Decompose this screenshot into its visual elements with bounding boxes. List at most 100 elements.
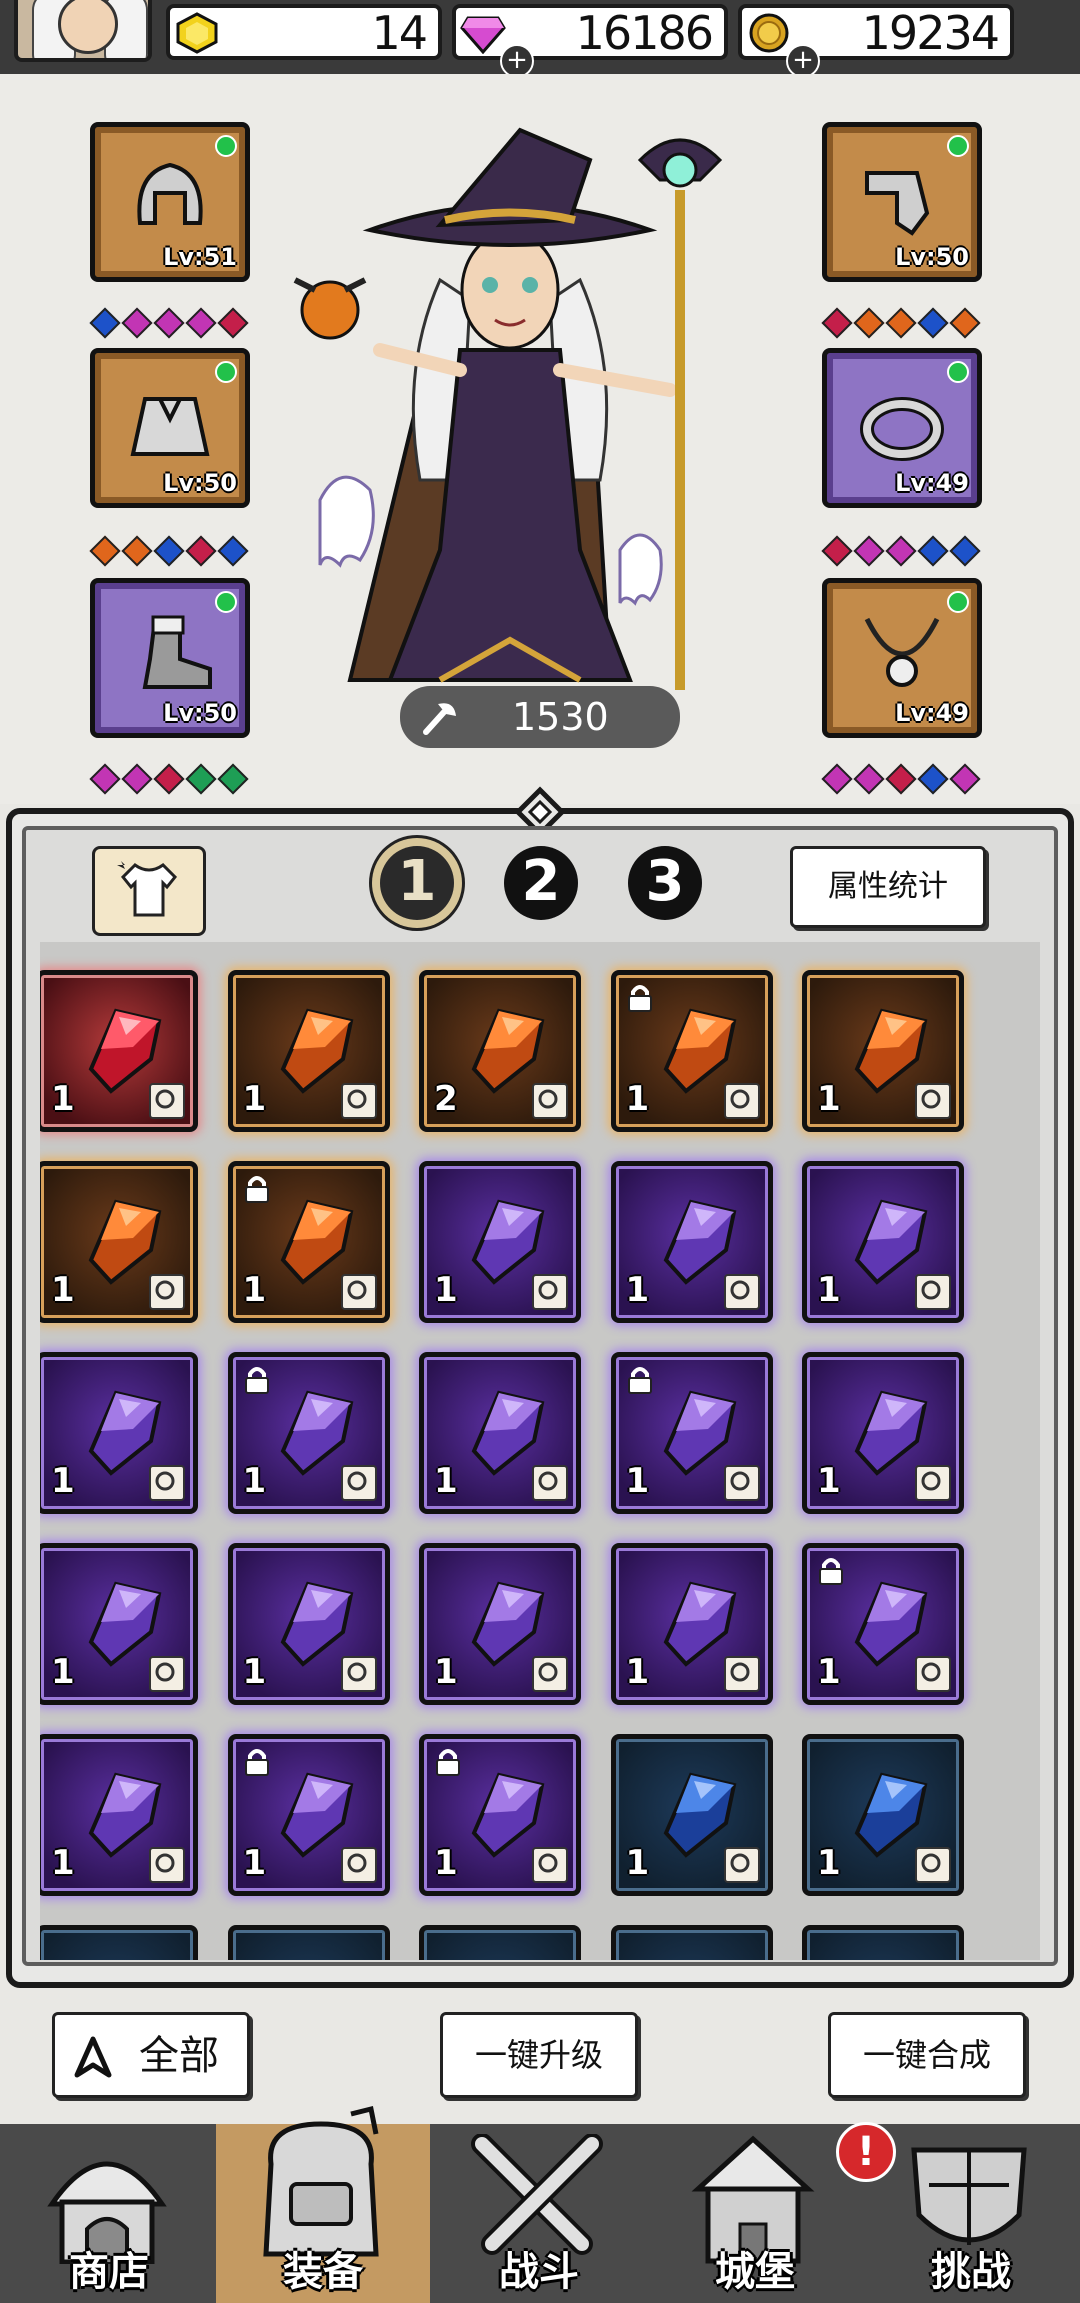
equip-available-dot [215, 361, 237, 383]
armor-slot-icon [915, 1847, 951, 1883]
item-count: 1 [817, 1270, 841, 1310]
inventory-gem-item[interactable]: 2 [419, 970, 581, 1132]
inventory-gem-item[interactable]: 1 [419, 1734, 581, 1896]
item-count: 1 [625, 1843, 650, 1883]
inventory-gem-item[interactable]: 1 [227, 1352, 390, 1514]
armor-slot-icon [723, 1274, 760, 1310]
item-count: 1 [817, 1461, 841, 1501]
socket-gem-icon [917, 763, 949, 795]
loadout-tab-1[interactable]: 1 [380, 846, 454, 920]
item-count: 1 [242, 1079, 267, 1119]
inventory-gem-item[interactable] [610, 1925, 773, 1960]
inventory-gem-item[interactable]: 1 [40, 1734, 198, 1896]
item-count: 1 [242, 1843, 267, 1883]
gem-inventory-grid[interactable]: 1 1 2 1 1 1 1 1 1 1 1 1 1 1 1 1 1 1 1 1 1 1 1 1 1 [40, 942, 1040, 1960]
gem-sockets-helmet [89, 307, 249, 339]
inventory-gem-item[interactable]: 1 [610, 1543, 773, 1705]
equip-slot-necklace[interactable]: Lv:49 [822, 578, 982, 738]
socket-gem-icon [153, 763, 185, 795]
ring-slot-icon [915, 1656, 951, 1692]
inventory-gem-item[interactable] [419, 1925, 581, 1960]
player-avatar[interactable] [14, 0, 152, 62]
socket-gem-icon [121, 307, 153, 339]
hero-power-value: 1530 [512, 695, 609, 739]
necklace-slot-icon [532, 1847, 568, 1883]
boots-slot-icon [723, 1465, 760, 1501]
item-count: 1 [242, 1270, 267, 1310]
inventory-gem-item[interactable]: 1 [40, 1161, 198, 1323]
inventory-gem-item[interactable]: 1 [40, 970, 198, 1132]
equip-level: Lv:50 [163, 699, 237, 727]
equip-available-dot [947, 591, 969, 613]
nav-shop[interactable]: 商店 [2, 2124, 216, 2303]
socket-gem-icon [185, 535, 217, 567]
inventory-gem-item[interactable] [802, 1925, 964, 1960]
buy-diamonds-plus-icon[interactable]: + [500, 44, 534, 78]
inventory-gem-item[interactable]: 1 [227, 1543, 390, 1705]
ring-slot-icon [532, 1656, 568, 1692]
inventory-gem-item[interactable]: 1 [610, 1161, 773, 1323]
equip-slot-armor[interactable]: Lv:50 [90, 348, 250, 508]
nav-challenge[interactable]: 挑战 [864, 2124, 1078, 2303]
inventory-gem-item[interactable]: 1 [227, 1734, 390, 1896]
socket-gem-icon [185, 307, 217, 339]
equip-slot-gloves[interactable]: Lv:50 [822, 122, 982, 282]
inventory-gem-item[interactable]: 1 [227, 970, 390, 1132]
inventory-gem-item[interactable]: 1 [802, 970, 964, 1132]
topaz-value: 14 [371, 6, 428, 60]
inventory-gem-item[interactable]: 1 [802, 1161, 964, 1323]
diamond-counter: 16186 [452, 4, 728, 60]
necklace-slot-icon [340, 1274, 377, 1310]
nav-equipment[interactable]: 装备 [216, 2105, 430, 2303]
attribute-stats-button[interactable]: 属性统计 [790, 846, 986, 928]
socket-gem-icon [917, 307, 949, 339]
inventory-gem-item[interactable]: 1 [802, 1734, 964, 1896]
navigation-arrow-icon [74, 2036, 112, 2078]
nav-battle[interactable]: 战斗 [432, 2124, 646, 2303]
inventory-gem-item[interactable]: 1 [610, 970, 773, 1132]
socket-gem-icon [217, 535, 249, 567]
inventory-gem-item[interactable]: 1 [802, 1543, 964, 1705]
ring-icon [860, 397, 944, 461]
one-click-merge-button[interactable]: 一键合成 [828, 2012, 1026, 2098]
item-count: 1 [51, 1270, 75, 1310]
buy-gold-plus-icon[interactable]: + [786, 44, 820, 78]
lock-icon [627, 985, 652, 1012]
gloves-slot-icon [915, 1465, 951, 1501]
blue-crystal-icon [646, 1954, 750, 1960]
inventory-gem-item[interactable]: 1 [40, 1352, 198, 1514]
equip-available-dot [947, 361, 969, 383]
inventory-gem-item[interactable]: 1 [802, 1352, 964, 1514]
inventory-gem-item[interactable] [40, 1925, 198, 1960]
socket-gem-icon [853, 763, 885, 795]
filter-all-button[interactable]: 全部 [52, 2012, 250, 2098]
helmet-icon [137, 162, 203, 225]
equip-slot-ring[interactable]: Lv:49 [822, 348, 982, 508]
equip-available-dot [215, 591, 237, 613]
equip-slot-helmet[interactable]: Lv:51 [90, 122, 250, 282]
loadout-tab-3[interactable]: 3 [628, 846, 702, 920]
loadout-tab-2[interactable]: 2 [504, 846, 578, 920]
inventory-gem-item[interactable]: 1 [419, 1543, 581, 1705]
socket-gem-icon [885, 307, 917, 339]
blue-crystal-icon [837, 1954, 941, 1960]
equip-level: Lv:50 [895, 243, 969, 271]
gloves-slot-icon [149, 1656, 185, 1692]
one-click-upgrade-button[interactable]: 一键升级 [440, 2012, 638, 2098]
gauntlet-icon [865, 171, 930, 236]
inventory-gem-item[interactable]: 1 [40, 1543, 198, 1705]
inventory-gem-item[interactable]: 1 [610, 1734, 773, 1896]
inventory-gem-item[interactable] [227, 1925, 390, 1960]
equip-level: Lv:49 [895, 469, 969, 497]
lock-icon [627, 1367, 652, 1394]
inventory-gem-item[interactable]: 1 [419, 1161, 581, 1323]
tshirt-icon [117, 861, 178, 917]
equip-slot-boots[interactable]: Lv:50 [90, 578, 250, 738]
socket-gem-icon [853, 307, 885, 339]
inventory-gem-item[interactable]: 1 [610, 1352, 773, 1514]
inventory-gem-item[interactable]: 1 [419, 1352, 581, 1514]
outfit-toggle-button[interactable] [92, 846, 206, 936]
nav-castle[interactable]: 城堡 [648, 2124, 862, 2303]
armor-slot-icon [340, 1083, 377, 1119]
inventory-gem-item[interactable]: 1 [227, 1161, 390, 1323]
